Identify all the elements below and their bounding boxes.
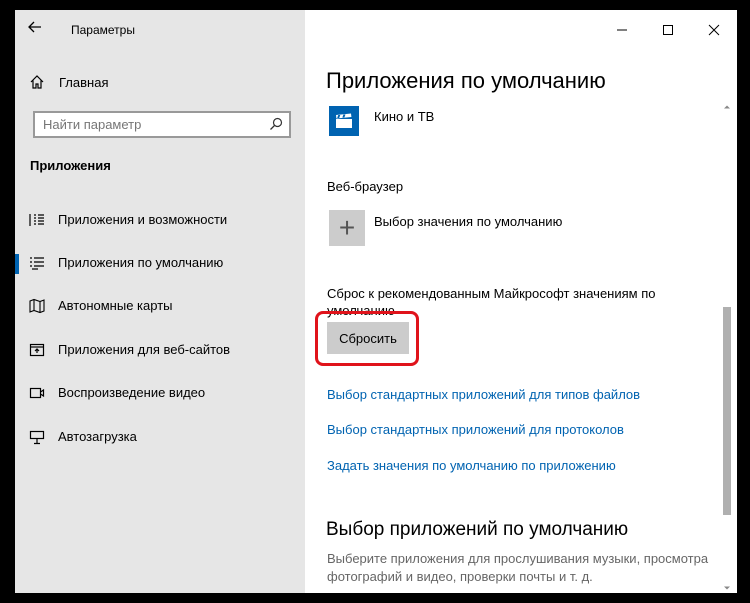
scrollbar-thumb[interactable]	[723, 307, 731, 515]
sidebar-item-video-playback[interactable]: Воспроизведение видео	[15, 378, 305, 408]
sidebar: Параметры Главная Найти параметр Приложе…	[15, 10, 305, 593]
browser-section-label: Веб-браузер	[327, 179, 404, 194]
title-bar: Параметры	[15, 10, 305, 50]
vertical-scrollbar[interactable]	[721, 100, 733, 593]
search-icon[interactable]	[269, 117, 283, 131]
default-apps-icon	[29, 255, 45, 271]
maximize-button[interactable]	[645, 10, 691, 50]
page-title: Приложения по умолчанию	[326, 68, 606, 93]
sidebar-item-offline-maps[interactable]: Автономные карты	[15, 291, 305, 321]
window-controls	[599, 10, 737, 50]
minimize-button[interactable]	[599, 10, 645, 50]
sidebar-item-label: Автономные карты	[58, 298, 173, 313]
sidebar-item-home[interactable]: Главная	[27, 72, 108, 92]
selection-indicator	[15, 254, 19, 274]
link-by-app[interactable]: Задать значения по умолчанию по приложен…	[327, 458, 616, 473]
close-button[interactable]	[691, 10, 737, 50]
sidebar-item-startup[interactable]: Автозагрузка	[15, 422, 305, 452]
video-app-name[interactable]: Кино и ТВ	[374, 109, 434, 124]
link-file-types[interactable]: Выбор стандартных приложений для типов ф…	[327, 387, 640, 402]
search-placeholder: Найти параметр	[43, 117, 142, 132]
startup-icon	[29, 429, 45, 445]
map-icon	[29, 298, 45, 314]
home-icon	[27, 72, 47, 92]
movies-tv-icon[interactable]	[329, 106, 359, 136]
section2-description: Выберите приложения для прослушивания му…	[327, 551, 709, 584]
link-protocols[interactable]: Выбор стандартных приложений для протоко…	[327, 422, 624, 437]
sidebar-item-label: Автозагрузка	[58, 429, 137, 444]
home-label: Главная	[59, 74, 109, 90]
main-content: Приложения по умолчанию Кино и ТВ Веб-бр…	[305, 10, 737, 593]
scroll-up-arrow-icon[interactable]	[721, 100, 733, 112]
section2-title: Выбор приложений по умолчанию	[326, 519, 629, 540]
back-arrow-icon[interactable]	[27, 19, 47, 39]
window-title: Параметры	[71, 23, 135, 37]
sidebar-item-web-apps[interactable]: Приложения для веб-сайтов	[15, 335, 305, 365]
scroll-down-arrow-icon[interactable]	[721, 581, 733, 593]
search-input[interactable]: Найти параметр	[33, 111, 291, 138]
section-title: Приложения	[30, 158, 111, 173]
reset-button[interactable]: Сбросить	[327, 322, 409, 354]
sidebar-item-default-apps[interactable]: Приложения по умолчанию	[15, 248, 305, 278]
sidebar-item-label: Воспроизведение видео	[58, 385, 206, 400]
settings-window: Параметры Главная Найти параметр Приложе…	[15, 10, 737, 593]
apps-list-icon	[29, 212, 45, 228]
video-icon	[29, 385, 45, 401]
web-apps-icon	[29, 342, 45, 358]
browser-choose-default[interactable]: Выбор значения по умолчанию	[374, 214, 562, 229]
sidebar-item-label: Приложения и возможности	[58, 212, 228, 227]
sidebar-item-apps-features[interactable]: Приложения и возможности	[15, 205, 305, 235]
plus-icon[interactable]: +	[329, 210, 365, 246]
sidebar-item-label: Приложения для веб-сайтов	[58, 342, 231, 357]
sidebar-item-label: Приложения по умолчанию	[58, 255, 224, 270]
